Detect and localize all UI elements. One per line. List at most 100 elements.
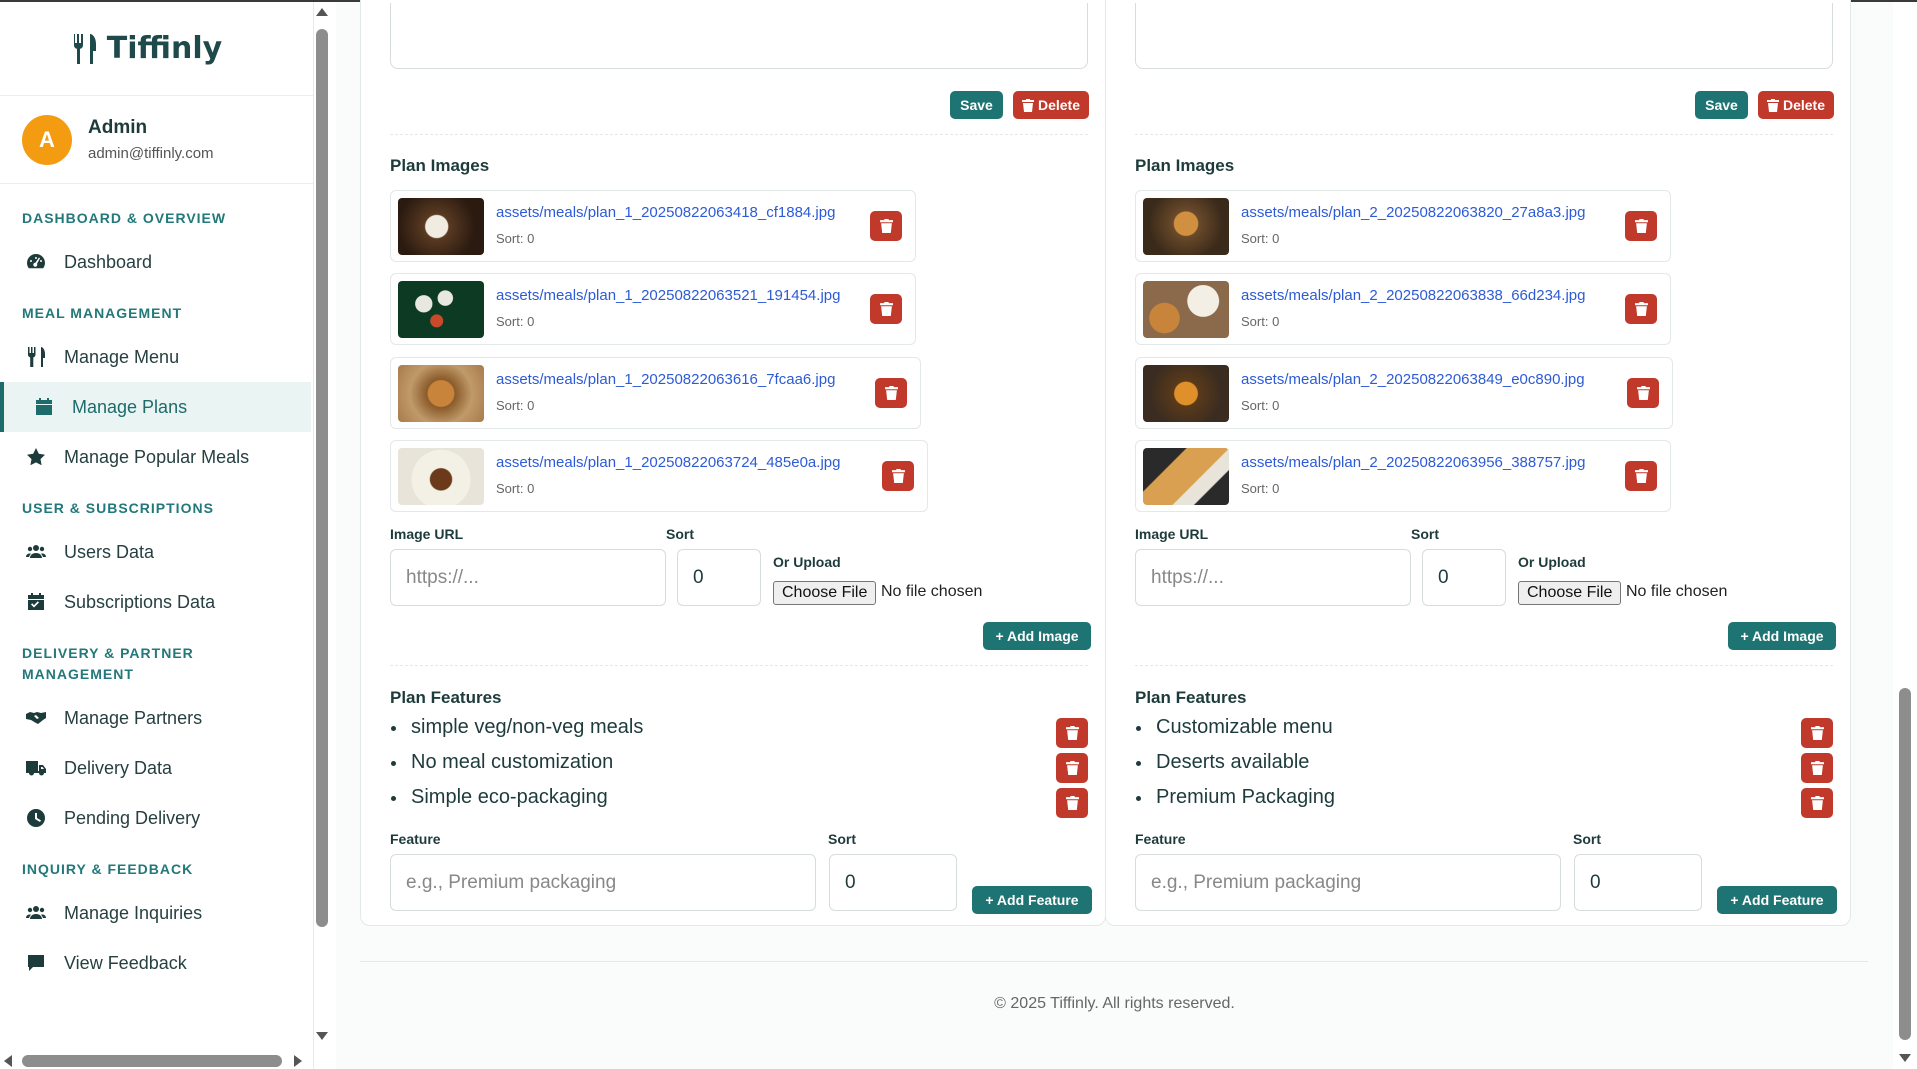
sidebar-item-users-data[interactable]: Users Data	[0, 527, 313, 577]
plan-description-textarea[interactable]	[1135, 3, 1833, 69]
scroll-left-arrow-icon[interactable]	[4, 1055, 12, 1067]
delete-image-button[interactable]	[1625, 461, 1657, 491]
image-path-link[interactable]: assets/meals/plan_1_20250822063521_19145…	[496, 287, 840, 304]
image-url-label: Image URL	[1135, 526, 1209, 542]
image-path-link[interactable]: assets/meals/plan_2_20250822063820_27a8a…	[1241, 204, 1585, 221]
sidebar-item-manage-inquiries[interactable]: Manage Inquiries	[0, 888, 313, 938]
add-image-button[interactable]: + Add Image	[983, 622, 1091, 650]
feature-input[interactable]: e.g., Premium packaging	[1135, 854, 1561, 911]
plan-description-textarea[interactable]	[390, 3, 1088, 69]
user-name: Admin	[88, 117, 148, 138]
image-url-label: Image URL	[390, 526, 464, 542]
image-path-link[interactable]: assets/meals/plan_2_20250822063838_66d23…	[1241, 287, 1585, 304]
delete-button[interactable]: Delete	[1013, 91, 1089, 119]
add-feature-button[interactable]: + Add Feature	[1717, 886, 1837, 914]
sidebar-item-view-feedback[interactable]: View Feedback	[0, 938, 313, 988]
scrollbar-thumb[interactable]	[316, 29, 328, 927]
delete-feature-button[interactable]	[1056, 753, 1088, 783]
image-sort-input[interactable]: 0	[1422, 549, 1506, 606]
calendar-check-icon	[28, 593, 44, 610]
scroll-down-arrow-icon[interactable]	[1899, 1054, 1911, 1062]
handshake-icon	[26, 712, 46, 724]
sidebar-item-manage-menu[interactable]: Manage Menu	[0, 332, 313, 382]
image-path-link[interactable]: assets/meals/plan_1_20250822063724_485e0…	[496, 454, 840, 471]
save-label: Save	[1705, 97, 1738, 113]
divider	[390, 134, 1088, 135]
sidebar-item-label: Subscriptions Data	[64, 591, 216, 612]
sidebar-item-manage-popular-meals[interactable]: Manage Popular Meals	[0, 432, 313, 482]
scrollbar-thumb[interactable]	[1899, 688, 1911, 1040]
scroll-right-arrow-icon[interactable]	[294, 1055, 302, 1067]
brand[interactable]: Tiffinly	[0, 2, 313, 96]
meal-thumbnail	[1143, 281, 1229, 338]
image-sort: Sort: 0	[496, 398, 535, 413]
sidebar-item-manage-plans[interactable]: Manage Plans	[0, 382, 311, 432]
image-path-link[interactable]: assets/meals/plan_2_20250822063956_38875…	[1241, 454, 1585, 471]
meal-thumbnail	[1143, 365, 1229, 422]
sidebar-item-dashboard[interactable]: Dashboard	[0, 237, 313, 287]
delete-feature-button[interactable]	[1056, 718, 1088, 748]
trash-icon	[1065, 726, 1079, 740]
sidebar: Tiffinly A Admin admin@tiffinly.com DASH…	[0, 2, 314, 1069]
delete-image-button[interactable]	[870, 294, 902, 324]
plan-image-row: assets/meals/plan_1_20250822063724_485e0…	[390, 440, 928, 512]
image-path-link[interactable]: assets/meals/plan_2_20250822063849_e0c89…	[1241, 371, 1585, 388]
feature-text: Simple eco-packaging	[411, 786, 608, 808]
plan-image-row: assets/meals/plan_1_20250822063521_19145…	[390, 273, 916, 345]
choose-file-button[interactable]: Choose File	[773, 581, 877, 605]
delete-image-button[interactable]	[1627, 378, 1659, 408]
sort-label: Sort	[666, 526, 694, 542]
feature-sort-input[interactable]: 0	[1574, 854, 1702, 911]
delete-image-button[interactable]	[882, 461, 914, 491]
image-sort: Sort: 0	[1241, 314, 1280, 329]
image-sort-input[interactable]: 0	[677, 549, 761, 606]
image-path-link[interactable]: assets/meals/plan_1_20250822063616_7fcaa…	[496, 371, 835, 388]
page-vertical-scrollbar[interactable]	[1893, 2, 1917, 1069]
star-icon	[27, 448, 45, 466]
add-image-button[interactable]: + Add Image	[1728, 622, 1836, 650]
delete-image-button[interactable]	[875, 378, 907, 408]
image-sort: Sort: 0	[496, 231, 535, 246]
delete-image-button[interactable]	[1625, 211, 1657, 241]
sidebar-item-label: Manage Inquiries	[64, 902, 203, 923]
image-url-input[interactable]: https://...	[390, 549, 666, 606]
sidebar-item-manage-partners[interactable]: Manage Partners	[0, 693, 313, 743]
delete-image-button[interactable]	[1625, 294, 1657, 324]
plan-image-row: assets/meals/plan_2_20250822063820_27a8a…	[1135, 190, 1671, 262]
feature-sort-input[interactable]: 0	[829, 854, 957, 911]
bullet	[391, 761, 396, 766]
user-profile: A Admin admin@tiffinly.com	[0, 96, 313, 184]
choose-file-button[interactable]: Choose File	[1518, 581, 1622, 605]
sidebar-item-label: Manage Popular Meals	[64, 446, 250, 467]
delete-button[interactable]: Delete	[1758, 91, 1834, 119]
trash-icon	[1634, 219, 1648, 233]
delete-feature-button[interactable]	[1801, 788, 1833, 818]
sidebar-item-pending-delivery[interactable]: Pending Delivery	[0, 793, 313, 843]
delete-feature-button[interactable]	[1801, 718, 1833, 748]
delete-image-button[interactable]	[870, 211, 902, 241]
sidebar-item-subscriptions-data[interactable]: Subscriptions Data	[0, 577, 313, 627]
delete-label: Delete	[1037, 97, 1081, 113]
save-button[interactable]: Save	[1695, 91, 1748, 119]
save-button[interactable]: Save	[950, 91, 1003, 119]
scrollbar-thumb[interactable]	[22, 1055, 282, 1067]
plan-image-row: assets/meals/plan_1_20250822063418_cf188…	[390, 190, 916, 262]
add-feature-button[interactable]: + Add Feature	[972, 886, 1092, 914]
delete-feature-button[interactable]	[1801, 753, 1833, 783]
sidebar-vertical-scrollbar[interactable]	[314, 2, 334, 1054]
feature-text: Deserts available	[1156, 751, 1310, 773]
image-sort: Sort: 0	[1241, 231, 1280, 246]
bullet	[1136, 761, 1141, 766]
sidebar-item-delivery-data[interactable]: Delivery Data	[0, 743, 313, 793]
sidebar-horizontal-scrollbar[interactable]	[0, 1050, 314, 1069]
feature-input[interactable]: e.g., Premium packaging	[390, 854, 816, 911]
image-url-input[interactable]: https://...	[1135, 549, 1411, 606]
scroll-down-arrow-icon[interactable]	[316, 1032, 328, 1040]
or-upload-label: Or Upload	[773, 554, 841, 570]
scroll-up-arrow-icon[interactable]	[316, 8, 328, 16]
sort-label: Sort	[1573, 831, 1601, 847]
image-path-link[interactable]: assets/meals/plan_1_20250822063418_cf188…	[496, 204, 835, 221]
users-icon	[26, 906, 46, 919]
delete-feature-button[interactable]	[1056, 788, 1088, 818]
trash-icon	[1810, 761, 1824, 775]
